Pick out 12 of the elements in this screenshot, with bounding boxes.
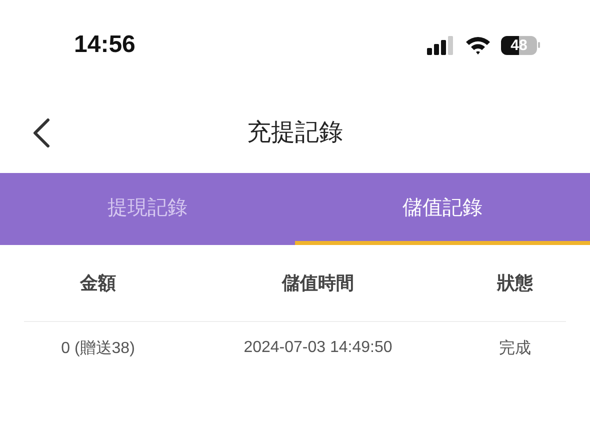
table-cell-text: 2024-07-03 14:49:50 [242,339,394,357]
column-header: 狀態 [496,272,534,295]
signal-icon [427,35,455,55]
table-cell-text: 完成 [498,338,532,358]
tab[interactable]: 提現記錄 [0,173,295,245]
page-title: 充提記錄 [247,116,343,148]
table-cell-text: 0 (贈送38) [60,338,136,358]
wifi-icon [465,35,491,55]
tab[interactable]: 儲值記錄 [295,173,590,245]
column-header: 儲值時間 [280,272,355,295]
column-header: 金額 [78,272,117,295]
clock-time: 14:56 [74,31,136,59]
